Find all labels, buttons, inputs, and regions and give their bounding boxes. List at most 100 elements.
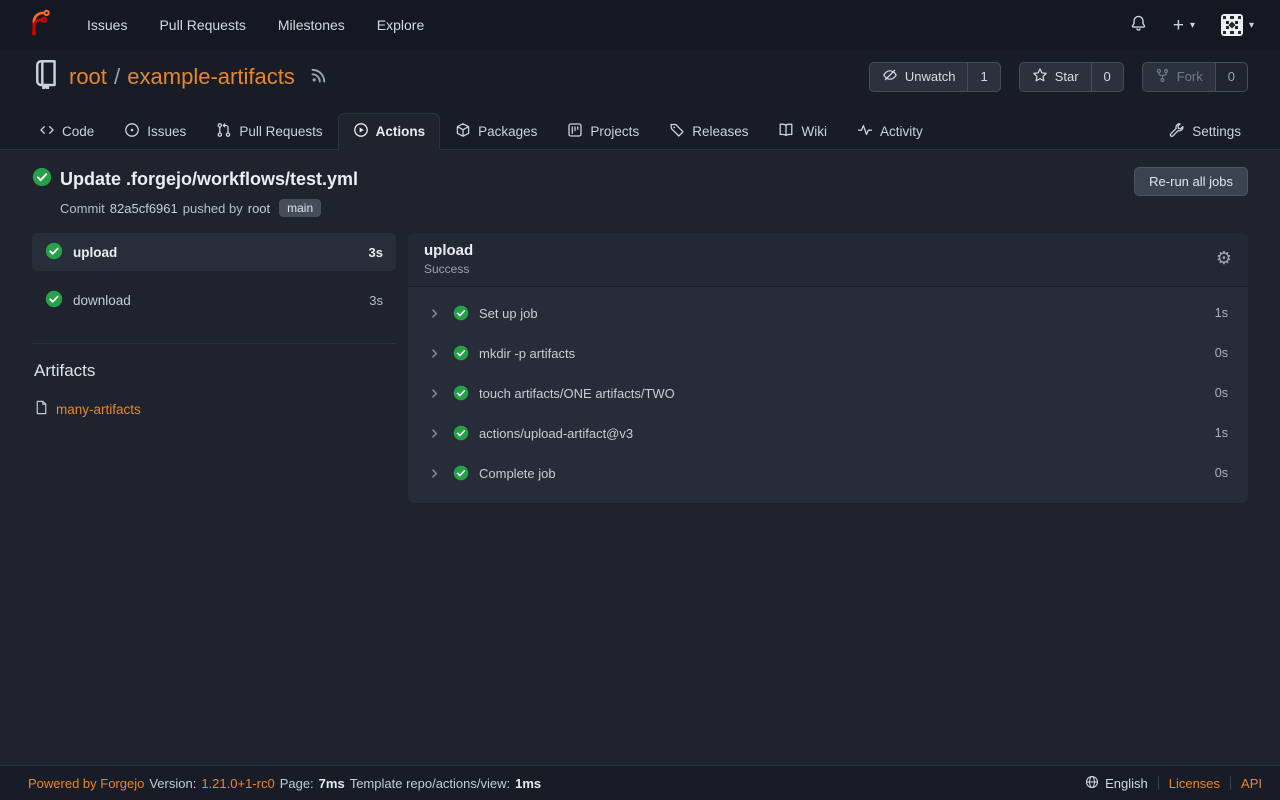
footer-divider <box>1158 776 1159 790</box>
page-label: Page: <box>280 776 314 791</box>
job-name: upload <box>73 245 117 260</box>
job-duration: 3s <box>369 293 383 308</box>
tab-activity[interactable]: Activity <box>842 113 938 150</box>
tab-label: Packages <box>478 124 537 139</box>
pusher-link[interactable]: root <box>248 201 270 216</box>
forgejo-logo-icon <box>26 9 53 41</box>
footer: Powered by Forgejo Version: 1.21.0+1-rc0… <box>0 765 1280 800</box>
chevron-right-icon <box>428 467 441 480</box>
artifact-link-many-artifacts[interactable]: many-artifacts <box>34 400 141 418</box>
job-name: download <box>73 293 131 308</box>
nav-explore[interactable]: Explore <box>377 17 424 33</box>
globe-icon <box>1085 775 1099 792</box>
nav-milestones[interactable]: Milestones <box>278 17 345 33</box>
tab-code[interactable]: Code <box>24 113 109 150</box>
repo-path-separator: / <box>114 64 120 89</box>
success-check-icon <box>32 167 52 192</box>
issue-opened-icon <box>124 122 140 141</box>
tab-packages[interactable]: Packages <box>440 113 552 150</box>
tab-label: Pull Requests <box>239 124 322 139</box>
unwatch-button[interactable]: Unwatch <box>870 63 968 91</box>
tab-releases[interactable]: Releases <box>654 113 763 150</box>
success-check-icon <box>453 425 469 441</box>
tab-settings[interactable]: Settings <box>1154 113 1256 150</box>
tag-icon <box>669 122 685 141</box>
success-check-icon <box>453 345 469 361</box>
language-label: English <box>1105 776 1148 791</box>
fork-button[interactable]: Fork <box>1143 63 1215 91</box>
tab-pull-requests[interactable]: Pull Requests <box>201 113 337 150</box>
tab-actions[interactable]: Actions <box>338 113 441 150</box>
footer-info: Powered by Forgejo Version: 1.21.0+1-rc0… <box>28 776 541 791</box>
play-circle-icon <box>353 122 369 141</box>
job-duration: 3s <box>369 245 383 260</box>
run-header: Update .forgejo/workflows/test.yml Commi… <box>32 167 1248 217</box>
language-selector[interactable]: English <box>1085 775 1148 792</box>
version-link[interactable]: 1.21.0+1-rc0 <box>201 776 274 791</box>
star-icon <box>1032 67 1048 86</box>
rerun-all-jobs-button[interactable]: Re-run all jobs <box>1134 167 1248 196</box>
stars-count[interactable]: 0 <box>1091 63 1123 91</box>
tab-wiki[interactable]: Wiki <box>763 113 842 150</box>
repo-owner-link[interactable]: root <box>69 64 107 89</box>
avatar <box>1221 14 1243 36</box>
powered-by-link[interactable]: Powered by Forgejo <box>28 776 144 791</box>
step-row-upload-artifact-action[interactable]: actions/upload-artifact@v3 1s <box>408 413 1248 453</box>
forgejo-logo[interactable] <box>26 9 53 41</box>
nav-pull-requests[interactable]: Pull Requests <box>159 17 245 33</box>
repo-name-link[interactable]: example-artifacts <box>127 64 295 89</box>
job-item-download[interactable]: download 3s <box>32 281 396 319</box>
rss-feed-button[interactable] <box>310 64 327 90</box>
job-steps-list: Set up job 1s mkdir -p artifacts 0s <box>408 287 1248 503</box>
bell-icon <box>1130 14 1147 37</box>
watch-button-group: Unwatch 1 <box>869 62 1001 92</box>
step-duration: 0s <box>1215 346 1228 360</box>
create-new-dropdown[interactable]: + ▾ <box>1173 16 1195 35</box>
job-item-upload[interactable]: upload 3s <box>32 233 396 271</box>
repo-icon <box>32 59 60 95</box>
nav-issues[interactable]: Issues <box>87 17 127 33</box>
step-duration: 1s <box>1215 426 1228 440</box>
code-icon <box>39 122 55 141</box>
tab-issues[interactable]: Issues <box>109 113 201 150</box>
rss-icon <box>310 64 327 90</box>
tab-projects[interactable]: Projects <box>552 113 654 150</box>
step-row-complete-job[interactable]: Complete job 0s <box>408 453 1248 493</box>
star-button[interactable]: Star <box>1020 63 1091 91</box>
branch-badge[interactable]: main <box>279 199 321 217</box>
artifact-name: many-artifacts <box>56 402 141 417</box>
chevron-right-icon <box>428 307 441 320</box>
api-link[interactable]: API <box>1241 776 1262 791</box>
step-row-set-up-job[interactable]: Set up job 1s <box>408 293 1248 333</box>
plus-icon: + <box>1173 16 1184 35</box>
step-row-touch-artifacts[interactable]: touch artifacts/ONE artifacts/TWO 0s <box>408 373 1248 413</box>
navbar-links: Issues Pull Requests Milestones Explore <box>87 17 424 33</box>
pushed-by-label: pushed by <box>183 201 243 216</box>
tab-label: Issues <box>147 124 186 139</box>
job-panel-header: upload Success ⚙ <box>408 233 1248 287</box>
repo-tabs: Code Issues Pull Requests Actions <box>0 103 1280 150</box>
job-status: Success <box>424 262 473 276</box>
git-pull-request-icon <box>216 122 232 141</box>
jobs-sidebar: upload 3s download 3s Artifacts <box>32 233 396 503</box>
watchers-count[interactable]: 1 <box>967 63 999 91</box>
notifications-button[interactable] <box>1130 14 1147 37</box>
unwatch-label: Unwatch <box>905 69 956 84</box>
commit-sha-link[interactable]: 82a5cf6961 <box>110 201 178 216</box>
pulse-icon <box>857 122 873 141</box>
footer-divider <box>1230 776 1231 790</box>
tab-label: Releases <box>692 124 748 139</box>
run-title: Update .forgejo/workflows/test.yml <box>60 169 358 190</box>
gear-icon[interactable]: ⚙ <box>1216 250 1232 268</box>
chevron-down-icon: ▾ <box>1249 20 1254 31</box>
top-navbar: Issues Pull Requests Milestones Explore … <box>0 0 1280 50</box>
tools-icon <box>1169 122 1185 141</box>
step-row-mkdir[interactable]: mkdir -p artifacts 0s <box>408 333 1248 373</box>
chevron-right-icon <box>428 387 441 400</box>
user-menu[interactable]: ▾ <box>1221 14 1254 36</box>
forks-count[interactable]: 0 <box>1215 63 1247 91</box>
step-name: Complete job <box>479 466 556 481</box>
star-label: Star <box>1055 69 1079 84</box>
run-commit-meta: Commit 82a5cf6961 pushed by root main <box>60 199 358 217</box>
licenses-link[interactable]: Licenses <box>1169 776 1220 791</box>
